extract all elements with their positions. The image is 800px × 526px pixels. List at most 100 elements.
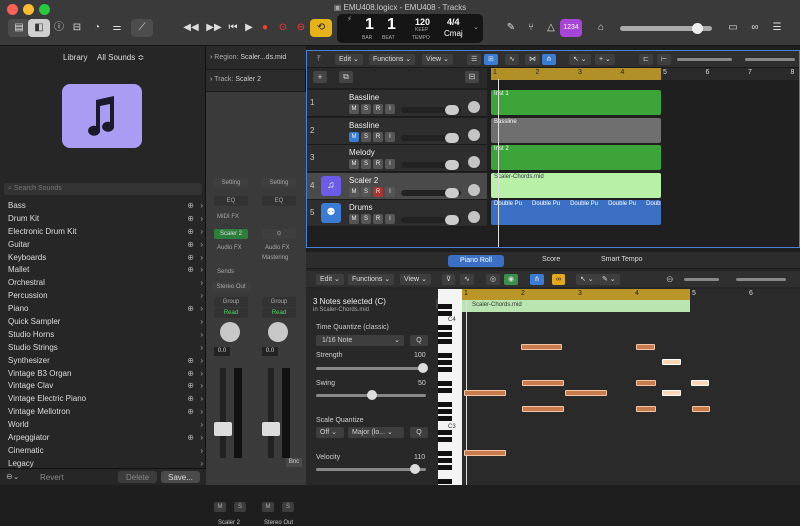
piano-edit-menu[interactable]: Edit ⌄ (316, 274, 344, 285)
time-quantize-select[interactable]: 1/16 Note ⌄ (316, 335, 404, 346)
revert-button[interactable]: Revert (40, 473, 64, 482)
duplicate-track-icon[interactable]: ⧉ (339, 71, 353, 83)
track-header[interactable]: 5 ⚉ Drums M S R I (307, 200, 487, 227)
track-pan-knob[interactable] (468, 156, 480, 168)
library-item[interactable]: Cinematic › (0, 445, 206, 458)
scale-mode-select[interactable]: Major (lo... ⌄ (348, 427, 404, 438)
view-menu[interactable]: View ⌄ (422, 54, 453, 65)
midi-note[interactable] (692, 406, 710, 412)
midi-note[interactable] (464, 450, 506, 456)
scale-quantize-off-select[interactable]: Off ⌄ (316, 427, 344, 438)
piano-black-key[interactable] (438, 479, 452, 484)
functions-menu[interactable]: Functions ⌄ (369, 54, 416, 65)
library-item[interactable]: Mallet ⊕ › (0, 264, 206, 277)
piano-cycle-region[interactable] (462, 289, 690, 300)
piano-vertical-zoom[interactable] (684, 278, 719, 281)
horizontal-zoom-slider[interactable] (745, 58, 795, 61)
piano-black-key[interactable] (438, 332, 452, 337)
add-icon[interactable]: ⊕ (187, 226, 194, 239)
track-volume-slider[interactable] (401, 132, 461, 143)
track-header[interactable]: 3 Melody M S R I (307, 145, 487, 172)
add-icon[interactable]: ⊕ (187, 252, 194, 265)
library-item[interactable]: Arpeggiator ⊕ › (0, 432, 206, 445)
tuner-icon[interactable]: ⑂ (520, 19, 542, 37)
bounce-button[interactable]: Bnc (286, 458, 302, 467)
midi-in-icon[interactable]: ◎ (486, 274, 501, 285)
piano-black-key[interactable] (438, 451, 452, 456)
piano-black-key[interactable] (438, 409, 452, 414)
pointer-tool[interactable]: ↖ ⌄ (569, 54, 591, 65)
tab-piano-roll[interactable]: Piano Roll (448, 255, 504, 267)
piano-black-key[interactable] (438, 311, 452, 316)
piano-black-key[interactable] (438, 402, 452, 407)
track-pan-knob[interactable] (468, 183, 480, 196)
track-inspector-header[interactable]: › Track: Scaler 2 (206, 70, 306, 92)
swing-slider[interactable] (316, 390, 426, 400)
track-record-button[interactable]: R (373, 159, 383, 169)
master-volume-slider[interactable] (620, 23, 712, 34)
track-volume-slider[interactable] (401, 215, 461, 225)
track-volume-slider[interactable] (401, 160, 461, 170)
marquee-tool[interactable]: + ⌄ (595, 54, 615, 65)
track-name[interactable]: Melody (349, 148, 375, 157)
volume-fader[interactable] (214, 422, 232, 436)
link-icon[interactable]: ∞ (552, 274, 565, 285)
add-icon[interactable]: ⊕ (187, 303, 194, 316)
solo-button[interactable]: S (234, 502, 246, 512)
loop-browser-icon[interactable]: ∞ (744, 19, 766, 37)
volume-fader-2[interactable] (262, 422, 280, 436)
midi-note[interactable] (636, 344, 655, 350)
timeline-ruler[interactable]: 1 2 3 4 5 6 7 8 (491, 68, 799, 80)
metronome-icon[interactable]: △ (540, 19, 562, 37)
track-mute-button[interactable]: M (349, 131, 359, 142)
piano-black-key[interactable] (438, 339, 452, 344)
catch-icon[interactable]: ⋔ (542, 54, 556, 65)
lcd-display[interactable]: ⚡︎ 1 1 BAR BEAT 120 KEEP TEMPO 4/4 Cmaj … (337, 14, 483, 43)
automation-read-button[interactable]: Read (214, 308, 248, 318)
piano-black-key[interactable] (438, 381, 452, 386)
piano-view-menu[interactable]: View ⌄ (400, 274, 431, 285)
track-pan-knob[interactable] (468, 128, 480, 141)
track-region[interactable]: Scaler-Chords.mid (491, 172, 661, 198)
track-pan-knob[interactable] (468, 211, 480, 223)
library-item[interactable]: Piano ⊕ › (0, 303, 206, 316)
add-icon[interactable]: ⊕ (187, 355, 194, 368)
library-item[interactable]: Vintage Clav ⊕ › (0, 380, 206, 393)
track-header[interactable]: 1 Bassline M S R I (307, 90, 487, 117)
library-item[interactable]: Bass ⊕ › (0, 200, 206, 213)
cycle-button[interactable]: ⟲ (310, 19, 332, 37)
track-mute-button[interactable]: M (349, 159, 359, 169)
track-pan-knob[interactable] (468, 101, 480, 113)
midi-note[interactable] (522, 406, 564, 412)
waveform-zoom-icon[interactable]: ⊏ (639, 54, 653, 65)
setting-button[interactable]: Setting (214, 178, 248, 188)
add-icon[interactable]: ⊕ (187, 213, 194, 226)
mixer-icon[interactable]: ⚌ (106, 19, 128, 37)
group-button-2[interactable]: Group (262, 297, 296, 307)
track-input-monitor-button[interactable]: I (385, 131, 395, 142)
solo-button-2[interactable]: S (282, 502, 294, 512)
piano-black-key[interactable] (438, 367, 452, 372)
strength-slider[interactable] (316, 363, 428, 373)
piano-functions-menu[interactable]: Functions ⌄ (348, 274, 395, 285)
add-icon[interactable]: ⊕ (187, 406, 194, 419)
track-record-button[interactable]: R (373, 214, 383, 224)
library-item[interactable]: Vintage Electric Piano ⊕ › (0, 393, 206, 406)
track-mute-button[interactable]: M (349, 186, 359, 197)
midi-note[interactable] (691, 380, 709, 386)
library-item[interactable]: Vintage Mellotron ⊕ › (0, 406, 206, 419)
track-input-monitor-button[interactable]: I (385, 214, 395, 224)
pan-knob-2[interactable] (268, 322, 288, 342)
track-mute-button[interactable]: M (349, 214, 359, 224)
pan-knob[interactable] (220, 322, 240, 342)
track-name[interactable]: Bassline (349, 121, 379, 130)
library-item[interactable]: Drum Kit ⊕ › (0, 213, 206, 226)
library-filter-dropdown[interactable]: All Sounds ≎ (97, 53, 144, 62)
add-icon[interactable]: ⊕ (187, 432, 194, 445)
track-input-monitor-button[interactable]: I (385, 186, 395, 197)
add-icon[interactable]: ⊕ (187, 368, 194, 381)
track-record-button[interactable]: R (373, 104, 383, 114)
track-record-button[interactable]: R (373, 186, 383, 197)
instrument-slot-button[interactable]: Scaler 2 (214, 229, 248, 239)
track-region[interactable]: Double Pu Double Pu Double Pu Double Pu Doub… (491, 200, 661, 225)
